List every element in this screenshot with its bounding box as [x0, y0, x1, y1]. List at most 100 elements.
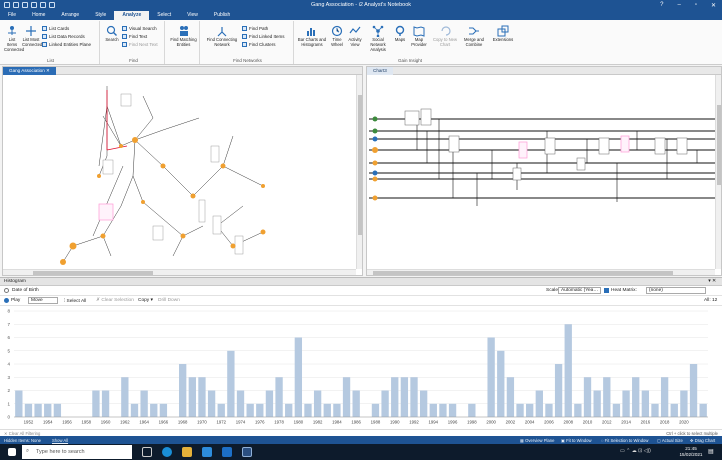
- notifications-icon[interactable]: ▤: [708, 448, 714, 455]
- search-button[interactable]: Search: [105, 25, 119, 43]
- histogram-bar[interactable]: [429, 403, 437, 417]
- copy-button[interactable]: Copy ▾: [138, 298, 153, 303]
- histogram-bar[interactable]: [410, 377, 418, 417]
- list-items-connected-button[interactable]: List Items Connected: [4, 25, 24, 52]
- histogram-bar[interactable]: [24, 403, 33, 417]
- taskbar-search-box[interactable]: ⌕ Type here to search: [22, 445, 132, 459]
- store-icon[interactable]: [202, 447, 212, 457]
- histogram-bar[interactable]: [198, 377, 206, 417]
- actual-size-button[interactable]: ▢ Actual Size: [657, 438, 683, 443]
- tab-view[interactable]: View: [179, 11, 206, 20]
- find-next-text-button[interactable]: Find Next Text: [122, 42, 158, 47]
- attribute-selector[interactable]: Date of Birth: [4, 288, 39, 293]
- histogram-bar[interactable]: [150, 403, 158, 417]
- histogram-bar[interactable]: [101, 390, 110, 418]
- histogram-bar[interactable]: [593, 390, 601, 418]
- histogram-bar[interactable]: [564, 324, 572, 417]
- histogram-bar[interactable]: [448, 403, 457, 417]
- move-dropdown[interactable]: Move: [28, 297, 58, 304]
- tab-style[interactable]: Style: [87, 11, 114, 20]
- linked-entities-plane-button[interactable]: Linked Entities Plane: [42, 42, 91, 47]
- histogram-bar[interactable]: [265, 390, 274, 418]
- histogram-bar[interactable]: [699, 403, 707, 417]
- find-text-button[interactable]: Find Text: [122, 34, 147, 39]
- close-button[interactable]: ✕: [711, 2, 716, 9]
- histogram-bar[interactable]: [313, 390, 322, 418]
- maximize-button[interactable]: ▫: [695, 2, 697, 9]
- histogram-bar[interactable]: [140, 390, 148, 418]
- copy-to-new-chart-button[interactable]: Copy to New Chart: [433, 25, 457, 48]
- histogram-bar[interactable]: [323, 403, 331, 417]
- histogram-bar[interactable]: [246, 403, 254, 417]
- fit-selection-button[interactable]: ◌ Fit Selection to Window: [601, 438, 648, 443]
- histogram-bar[interactable]: [603, 377, 611, 417]
- select-all-button[interactable]: ⫶ Select All: [64, 298, 86, 304]
- tab-arrange[interactable]: Arrange: [53, 11, 87, 20]
- histogram-bar[interactable]: [680, 390, 688, 418]
- histogram-bar[interactable]: [400, 377, 409, 417]
- task-view-icon[interactable]: [142, 447, 152, 457]
- histogram-bar[interactable]: [285, 403, 293, 417]
- histogram-bar[interactable]: [130, 403, 139, 417]
- drag-chart-button[interactable]: ✥ Drag Chart: [690, 438, 715, 443]
- histogram-bar[interactable]: [381, 390, 389, 418]
- find-connecting-network-button[interactable]: Find Connecting Network: [204, 25, 240, 48]
- tab-home[interactable]: Home: [24, 11, 53, 20]
- extensions-button[interactable]: Extensions: [491, 25, 515, 43]
- visual-search-button[interactable]: Visual Search: [122, 26, 157, 31]
- histogram-bar[interactable]: [526, 403, 534, 417]
- histogram-bar[interactable]: [689, 364, 698, 417]
- histogram-bar[interactable]: [92, 390, 100, 418]
- timeline-chart-canvas[interactable]: [367, 76, 717, 270]
- histogram-bar[interactable]: [256, 403, 264, 417]
- tab-analyze[interactable]: Analyze: [114, 11, 150, 20]
- find-clusters-button[interactable]: Find Clusters: [242, 42, 276, 47]
- play-button[interactable]: Play: [4, 298, 20, 303]
- histogram-chart[interactable]: 0 1 2 3 4 5 6 7 8 1952 1954 1956 1958 1960 1962 1964 196…: [0, 307, 722, 427]
- histogram-bar[interactable]: [227, 350, 235, 417]
- list-data-records-button[interactable]: List Data Records: [42, 34, 85, 39]
- histogram-bar[interactable]: [487, 337, 495, 418]
- minimize-button[interactable]: –: [677, 2, 680, 9]
- histogram-bar[interactable]: [159, 403, 168, 417]
- edge-browser-icon[interactable]: [162, 447, 172, 457]
- clear-selection-button[interactable]: ✗ Clear Selection: [96, 298, 134, 303]
- histogram-bar[interactable]: [53, 403, 62, 417]
- histogram-bar[interactable]: [574, 403, 582, 417]
- left-pane-vscroll[interactable]: [356, 75, 362, 269]
- histogram-bar[interactable]: [660, 377, 669, 417]
- right-pane-hscroll[interactable]: [367, 269, 715, 275]
- histogram-bar[interactable]: [468, 403, 476, 417]
- histogram-pin-icon[interactable]: ▾ ✕: [708, 279, 716, 284]
- social-network-analysis-button[interactable]: Social Network Analysis: [365, 25, 391, 52]
- drill-down-button[interactable]: Drill Down: [158, 298, 180, 303]
- fit-to-window-button[interactable]: ▣ Fit to Window: [561, 438, 592, 443]
- maps-button[interactable]: Maps: [393, 25, 407, 43]
- histogram-bar[interactable]: [516, 403, 524, 417]
- histogram-bar[interactable]: [304, 403, 312, 417]
- histogram-bar[interactable]: [342, 377, 351, 417]
- histogram-bar[interactable]: [612, 403, 621, 417]
- find-matching-entities-button[interactable]: Find Matching Entities: [169, 25, 198, 48]
- analysts-notebook-taskbar-icon[interactable]: [242, 447, 252, 457]
- link-chart-canvas[interactable]: [3, 76, 357, 270]
- heat-matrix-dropdown[interactable]: (none): [646, 287, 706, 294]
- scale-dropdown[interactable]: Automatic (Yea…: [558, 287, 602, 294]
- histogram-bar[interactable]: [121, 377, 129, 417]
- histogram-bar[interactable]: [217, 403, 225, 417]
- merge-combine-button[interactable]: Merge and Combine: [461, 25, 487, 48]
- mail-icon[interactable]: [222, 447, 232, 457]
- histogram-bar[interactable]: [545, 403, 553, 417]
- histogram-bar[interactable]: [506, 377, 515, 417]
- histogram-bar[interactable]: [352, 390, 360, 418]
- histogram-bar[interactable]: [554, 364, 563, 417]
- tab-file[interactable]: File: [0, 11, 24, 20]
- histogram-bar[interactable]: [44, 403, 52, 417]
- list-cards-button[interactable]: List Cards: [42, 26, 69, 31]
- tab-publish[interactable]: Publish: [206, 11, 238, 20]
- time-wheel-button[interactable]: Time Wheel: [329, 25, 345, 48]
- histogram-bar[interactable]: [439, 403, 447, 417]
- clock[interactable]: 21:45 15/02/2021: [678, 446, 704, 457]
- histogram-bar[interactable]: [275, 377, 283, 417]
- left-pane-hscroll[interactable]: [3, 269, 356, 275]
